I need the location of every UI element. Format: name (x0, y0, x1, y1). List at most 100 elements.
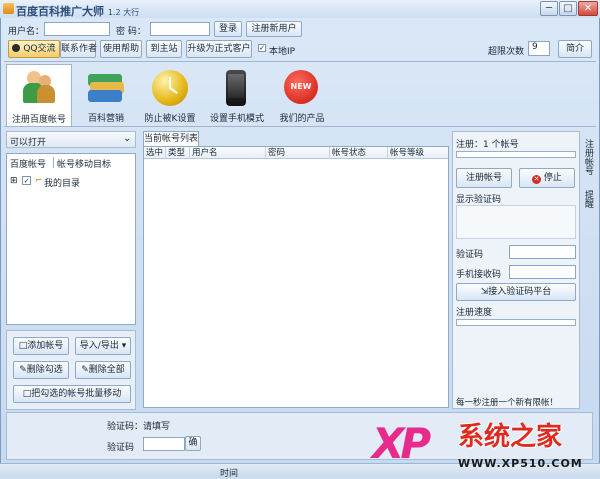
tab-baidu-accounts[interactable]: 百度帐号 (10, 157, 46, 170)
username-input[interactable] (44, 22, 110, 36)
bottom-confirm-button[interactable]: 确 (185, 436, 201, 451)
local-ip-checkbox[interactable]: ✓ (258, 44, 266, 52)
side-tab-reminder[interactable]: 提醒 (583, 187, 595, 211)
move-checked-button[interactable]: □把勾选的帐号批量移动 (13, 385, 131, 403)
speed-progress (456, 319, 576, 326)
add-account-button[interactable]: □添加帐号 (13, 337, 69, 355)
watermark-logo: XP 系统之家 WWW.XP510.COM (372, 420, 598, 478)
password-input[interactable] (150, 22, 210, 36)
tab-products[interactable]: NEW 我们的产品 (272, 64, 332, 126)
delete-all-button[interactable]: ✎删除全部 (75, 361, 131, 379)
phone-code-label: 手机接收码 (456, 270, 502, 280)
help-button[interactable]: 使用帮助 (100, 40, 142, 58)
phone-code-input[interactable] (509, 265, 576, 279)
tree-root-label[interactable]: 我的目录 (44, 176, 80, 189)
toolbar-divider (4, 61, 596, 62)
move-checked-label: 把勾选的帐号批量移动 (31, 389, 122, 399)
delete-all-label: 删除全部 (88, 365, 125, 375)
tree-root-checkbox[interactable]: ✓ (22, 176, 31, 185)
column-header-level[interactable]: 帐号等级 (388, 147, 448, 159)
retry-spinner[interactable]: 9 (528, 41, 550, 56)
username-label: 用户名： (8, 27, 45, 37)
tab-marketing-label: 百科营销 (87, 114, 124, 124)
login-button[interactable]: 登录 (214, 21, 242, 37)
tab-marketing[interactable]: 百科营销 (80, 64, 132, 126)
minimize-button[interactable]: ─ (540, 1, 558, 16)
captcha-platform-button[interactable]: ⇲接入验证码平台 (456, 283, 576, 301)
right-side-tabs: 注册帐号 提醒 (582, 131, 596, 409)
bottom-captcha-input[interactable] (143, 437, 185, 451)
watermark-brand: 系统之家 (458, 422, 563, 452)
tree-expand-icon[interactable]: ⊞ (10, 176, 18, 186)
column-header-password[interactable]: 密码 (266, 147, 330, 159)
tab-products-label: 我们的产品 (279, 114, 325, 124)
stop-button[interactable]: ✕ 停止 (519, 168, 575, 188)
left-tree-panel: 百度帐号 帐号移动目标 ⊞ ✓ ⌐ 我的目录 (6, 153, 136, 325)
chevron-down-icon: ⌄ (123, 133, 132, 144)
left-button-group: □添加帐号 导入/导出 ▾ ✎删除勾选 ✎删除全部 □把勾选的帐号批量移动 (6, 330, 136, 410)
tab-move-target[interactable]: 帐号移动目标 (57, 157, 111, 170)
column-header-type[interactable]: 类型 (166, 147, 190, 159)
tab-register-label: 注册百度帐号 (11, 115, 66, 125)
stop-button-label: 停止 (543, 173, 562, 183)
register-user-button[interactable]: 注册新用户 (246, 21, 302, 37)
bottom-captcha-label: 验证码 (107, 443, 135, 453)
close-button[interactable]: ✕ (578, 1, 598, 16)
add-account-label: 添加帐号 (27, 341, 64, 351)
delete-icon: ✎ (19, 365, 27, 375)
new-badge-icon: NEW (284, 70, 318, 104)
tabs-divider (4, 126, 596, 127)
column-header-status[interactable]: 帐号状态 (330, 147, 388, 159)
register-label-text: 注册： (456, 140, 484, 150)
watermark-url: WWW.XP510.COM (458, 457, 583, 470)
register-progress (456, 151, 576, 158)
maximize-button[interactable]: □ (559, 1, 577, 16)
user-icon (23, 69, 57, 105)
folder-icon: ⌐ (35, 176, 43, 186)
delete-all-icon: ✎ (81, 365, 89, 375)
clock-icon (152, 70, 188, 106)
captcha-label: 验证码 (456, 250, 484, 260)
tab-register-account[interactable]: 注册百度帐号 (6, 64, 72, 126)
contact-button[interactable]: 联系作者 (60, 40, 97, 58)
qq-icon (12, 44, 21, 52)
left-dropdown[interactable]: 可以打开 ⌄ (6, 131, 136, 148)
delete-checked-button[interactable]: ✎删除勾选 (13, 361, 69, 379)
tab-phone-mode[interactable]: 设置手机模式 (206, 64, 268, 126)
tab-anti-k-label: 防止被K设置 (144, 114, 196, 124)
captcha-platform-label: 接入验证码平台 (488, 287, 552, 297)
retry-label: 超限次数 (488, 47, 525, 57)
app-icon (3, 3, 14, 14)
move-icon: □ (22, 389, 32, 399)
right-panel: 注册：1 个帐号 注册帐号 ✕ 停止 显示验证码 验证码 手机接收码 ⇲接入验证… (452, 131, 580, 409)
local-ip-label: 本地IP (269, 47, 296, 57)
tab-divider (53, 157, 54, 168)
qq-button-label: QQ交流 (23, 44, 56, 54)
status-center-text: 时间 (220, 469, 239, 479)
tab-anti-k[interactable]: 防止被K设置 (140, 64, 200, 126)
about-button[interactable]: 简介 (558, 40, 592, 58)
delete-checked-label: 删除勾选 (26, 365, 63, 375)
forum-button[interactable]: 到主站 (146, 40, 182, 58)
watermark-xp: XP (372, 419, 431, 468)
password-label: 密 码： (116, 27, 146, 37)
register-speed-label: 注册速度 (456, 308, 493, 318)
side-tab-register[interactable]: 注册帐号 (583, 137, 595, 177)
column-header-username[interactable]: 用户名 (190, 147, 266, 159)
window-version: 1.2 大行 (107, 8, 140, 17)
tab-phone-label: 设置手机模式 (209, 114, 264, 124)
captcha-input[interactable] (509, 245, 576, 259)
register-count-value: 1 个帐号 (483, 140, 519, 150)
add-icon: □ (18, 341, 28, 351)
window-title-text: 百度百科推广大师 (16, 5, 104, 18)
tab-current-accounts[interactable]: 当前帐号列表 (143, 131, 199, 146)
import-export-button[interactable]: 导入/导出 ▾ (75, 337, 131, 355)
upgrade-button[interactable]: 升级为正式客户 (186, 40, 252, 58)
column-header-select[interactable]: 选中 (144, 147, 166, 159)
qq-button[interactable]: QQ交流 (8, 40, 60, 58)
import-export-label: 导入/导出 (79, 341, 119, 351)
register-account-button[interactable]: 注册帐号 (456, 168, 512, 188)
window-title: 百度百科推广大师 1.2 大行 (16, 3, 139, 19)
bottom-captcha-status: 验证码：请填写 (107, 422, 171, 432)
register-count-label: 注册：1 个帐号 (456, 137, 519, 150)
